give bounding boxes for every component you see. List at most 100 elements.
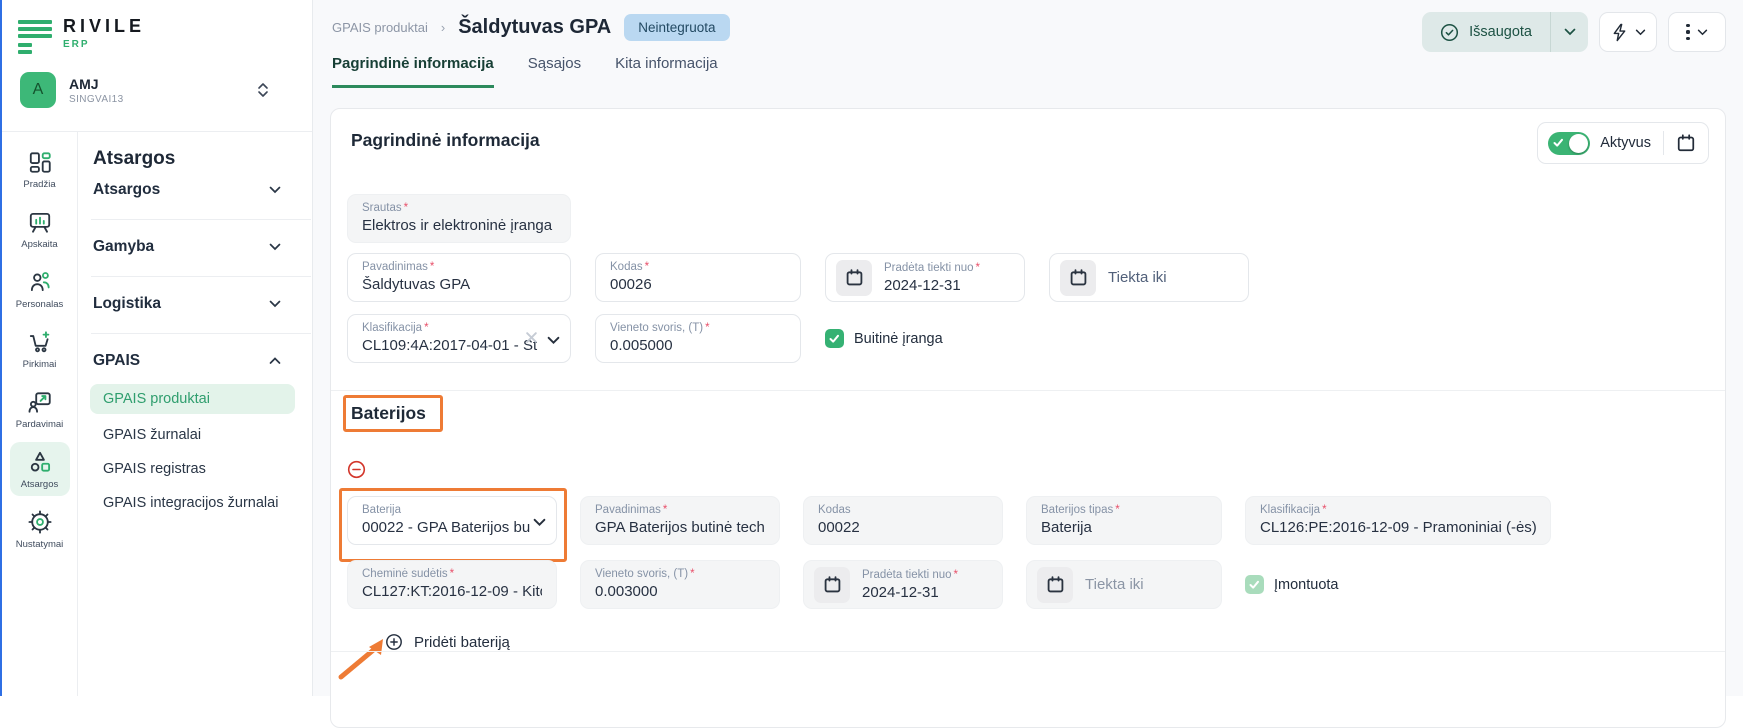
page-title: Šaldytuvas GPA (458, 16, 611, 39)
active-toggle[interactable] (1548, 132, 1590, 155)
remove-battery-button[interactable] (347, 460, 367, 480)
user-org: SINGVAI13 (69, 94, 124, 105)
chevron-down-icon[interactable] (547, 332, 560, 350)
field-label: Baterija (362, 504, 401, 516)
calendar-icon (823, 575, 842, 594)
add-battery-label: Pridėti bateriją (414, 634, 510, 651)
add-battery-button[interactable]: Pridėti bateriją (385, 633, 510, 651)
sidebar-group-logistika[interactable]: Logistika (93, 290, 299, 318)
sidebar-item-gpais-zurnalai[interactable]: GPAIS žurnalai (90, 420, 295, 450)
rail-item-pradzia[interactable]: Pradžia (10, 142, 70, 196)
field-label: Pavadinimas (362, 261, 428, 273)
field-value: 00022 (818, 519, 988, 536)
chevron-down-icon (269, 243, 281, 251)
divider (91, 276, 311, 277)
field-baterija-kodas[interactable]: Kodas 00022 (803, 496, 1003, 545)
field-baterija-tiekta-iki[interactable]: Tiekta iki (1026, 560, 1222, 609)
lightning-icon (1611, 23, 1628, 42)
field-label: Cheminė sudėtis (362, 568, 448, 580)
chevron-down-icon (269, 300, 281, 308)
field-srautas[interactable]: Srautas* Elektros ir elektroninė įranga (347, 194, 571, 243)
breadcrumb-link[interactable]: GPAIS produktai (332, 20, 428, 35)
field-label: Pradėta tiekti nuo (862, 569, 952, 581)
checkbox-label: Įmontuota (1274, 577, 1339, 593)
field-baterija-select[interactable]: Baterija 00022 - GPA Baterijos bu (347, 496, 557, 545)
field-baterijos-tipas[interactable]: Baterijos tipas* Baterija (1026, 496, 1222, 545)
rail-item-pardavimai[interactable]: Pardavimai (10, 382, 70, 436)
rail-item-pirkimai[interactable]: Pirkimai (10, 322, 70, 376)
field-vieneto-svoris[interactable]: Vieneto svoris, (T)* 0.005000 (595, 314, 801, 363)
rail-item-atsargos[interactable]: Atsargos (10, 442, 70, 496)
clear-icon[interactable] (525, 331, 538, 349)
rail-item-nustatymai[interactable]: Nustatymai (10, 502, 70, 556)
section-divider (331, 651, 1725, 652)
sidebar-group-atsargos[interactable]: Atsargos (93, 176, 299, 204)
chevron-down-icon[interactable] (533, 514, 546, 532)
side-navigation: Atsargos Atsargos Gamyba Logistika GPAIS… (78, 132, 313, 696)
card-title: Pagrindinė informacija (351, 130, 540, 151)
field-value: 2024-12-31 (862, 584, 958, 601)
field-pavadinimas[interactable]: Pavadinimas* Šaldytuvas GPA (347, 253, 571, 302)
cart-icon (27, 329, 53, 355)
field-baterija-pavadinimas[interactable]: Pavadinimas* GPA Baterijos butinė tech. (580, 496, 780, 545)
save-split-button[interactable]: Išsaugota (1422, 12, 1588, 52)
chevron-up-icon (269, 357, 281, 365)
quick-actions-button[interactable] (1599, 12, 1657, 52)
brand-name: RIVILE (63, 16, 145, 37)
field-baterija-vieneto-svoris[interactable]: Vieneto svoris, (T)* 0.003000 (580, 560, 780, 609)
field-klasifikacija[interactable]: Klasifikacija* CL109:4A:2017-04-01 - St (347, 314, 571, 363)
calendar-button[interactable] (836, 260, 872, 296)
tab-bar: Pagrindinė informacija Sąsajos Kita info… (332, 55, 718, 88)
sidebar-item-gpais-integracijos-zurnalai[interactable]: GPAIS integracijos žurnalai (90, 488, 295, 518)
tab-kita-informacija[interactable]: Kita informacija (615, 55, 718, 88)
status-badge: Neintegruota (624, 14, 729, 41)
calendar-icon[interactable] (1676, 133, 1696, 153)
field-label: Klasifikacija (1260, 504, 1320, 516)
calendar-button[interactable] (814, 567, 850, 603)
accounting-board-icon (27, 209, 53, 235)
field-placeholder: Tiekta iki (1085, 576, 1144, 593)
calendar-button[interactable] (1037, 567, 1073, 603)
checkbox-buitine-iranga[interactable]: Buitinė įranga (825, 314, 943, 363)
sidebar-group-gamyba[interactable]: Gamyba (93, 233, 299, 261)
field-label: Srautas (362, 202, 402, 214)
more-menu-button[interactable] (1668, 12, 1726, 52)
chevron-down-icon (1564, 28, 1576, 36)
tab-pagrindine-informacija[interactable]: Pagrindinė informacija (332, 55, 494, 88)
section-title-baterijos: Baterijos (351, 403, 426, 424)
shapes-icon (27, 449, 53, 475)
rail-item-personalas[interactable]: Personalas (10, 262, 70, 316)
save-dropdown-toggle[interactable] (1550, 12, 1588, 52)
checkbox-checked-icon (1245, 575, 1264, 594)
tab-sasajos[interactable]: Sąsajos (528, 55, 581, 88)
sidebar-item-gpais-produktai[interactable]: GPAIS produktai (90, 384, 295, 414)
checkbox-imontuota[interactable]: Įmontuota (1245, 560, 1339, 609)
people-icon (27, 269, 53, 295)
app-logo[interactable]: RIVILE ERP (18, 16, 145, 54)
calendar-icon (1046, 575, 1065, 594)
rail-item-apskaita[interactable]: Apskaita (10, 202, 70, 256)
unfold-icon[interactable] (256, 80, 270, 105)
left-panel: RIVILE ERP A AMJ SINGVAI13 Pradžia (2, 0, 313, 696)
field-baterija-klasifikacija[interactable]: Klasifikacija* CL126:PE:2016-12-09 - Pra… (1245, 496, 1551, 545)
field-label: Pradėta tiekti nuo (884, 262, 974, 274)
sidebar-group-gpais[interactable]: GPAIS (93, 347, 299, 375)
sidebar-item-gpais-registras[interactable]: GPAIS registras (90, 454, 295, 484)
main-card: Pagrindinė informacija Aktyvus Srautas* … (330, 108, 1726, 728)
calendar-button[interactable] (1060, 260, 1096, 296)
divider (1663, 131, 1664, 155)
annotation-arrow (333, 635, 389, 681)
field-tiekta-iki[interactable]: Tiekta iki (1049, 253, 1249, 302)
field-label: Baterijos tipas (1041, 504, 1113, 516)
field-kodas[interactable]: Kodas* 00026 (595, 253, 801, 302)
breadcrumb-separator: › (441, 20, 445, 35)
field-value: Elektros ir elektroninė įranga (362, 217, 556, 234)
user-switcher[interactable]: A AMJ SINGVAI13 (20, 72, 124, 108)
save-label: Išsaugota (1469, 24, 1532, 40)
field-pradeta-tiekti-nuo[interactable]: Pradėta tiekti nuo* 2024-12-31 (825, 253, 1025, 302)
field-baterija-pradeta-tiekti-nuo[interactable]: Pradėta tiekti nuo* 2024-12-31 (803, 560, 1003, 609)
field-label: Kodas (818, 504, 851, 516)
avatar: A (20, 72, 56, 108)
field-chemine-sudetis[interactable]: Cheminė sudėtis* CL127:KT:2016-12-09 - K… (347, 560, 557, 609)
section-divider (331, 390, 1725, 391)
